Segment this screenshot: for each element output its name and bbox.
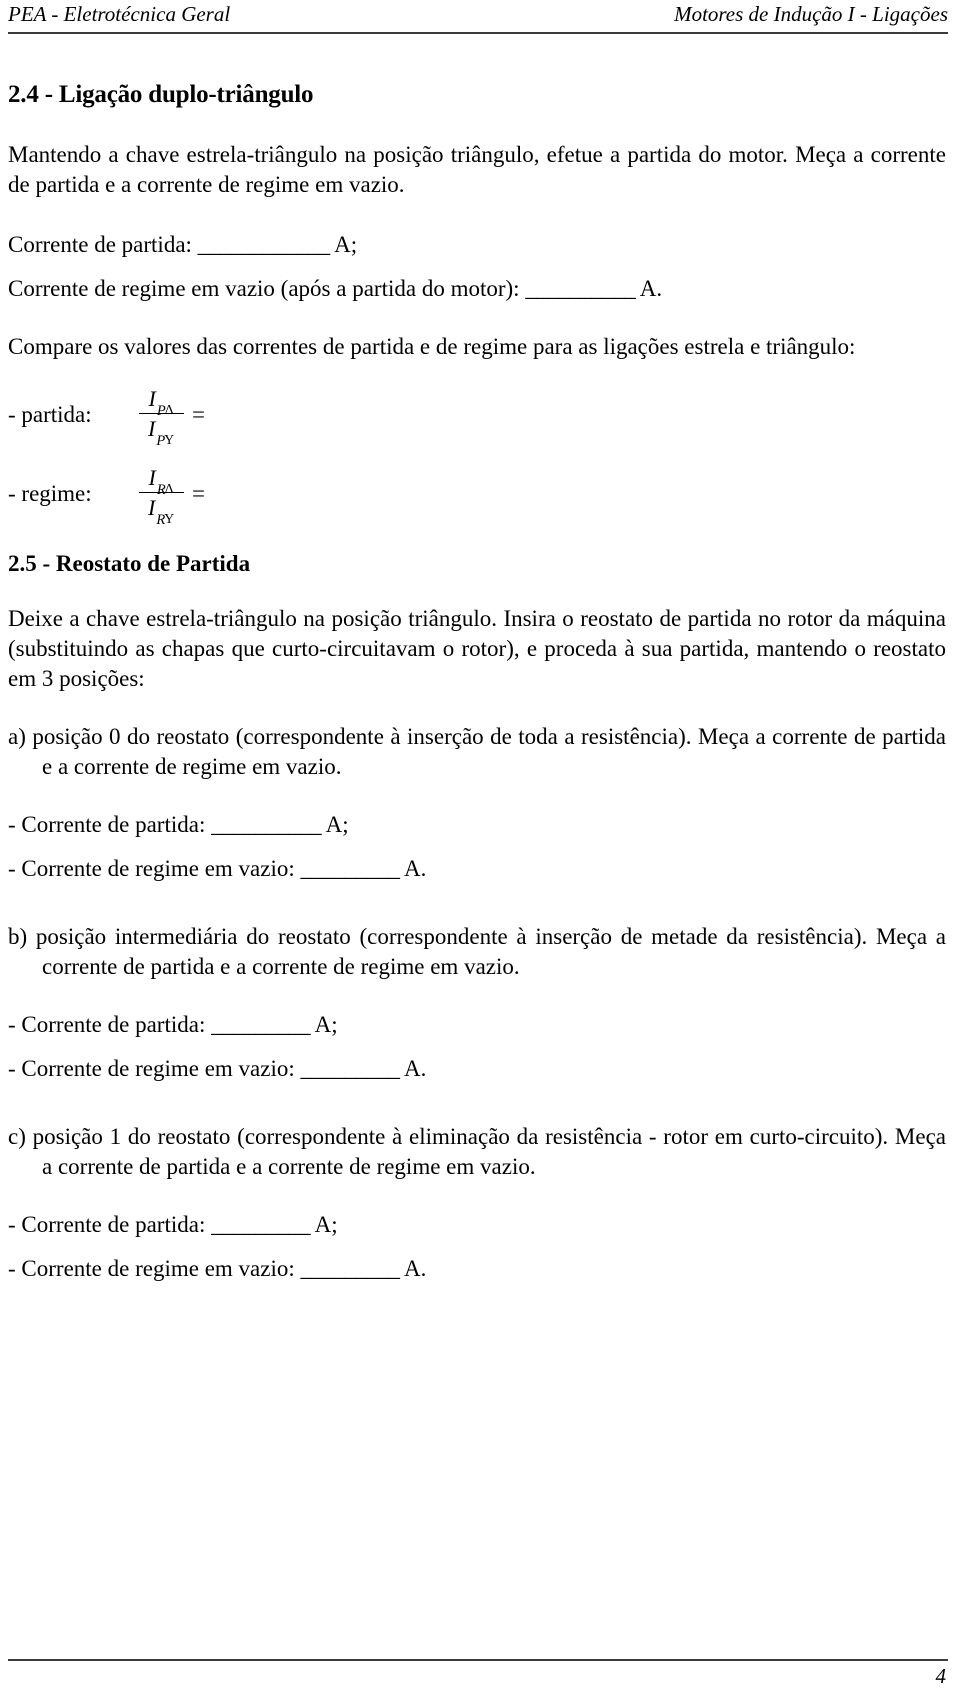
list-item-c-field-regime: - Corrente de regime em vazio: _________… <box>8 1254 946 1284</box>
list-item-c-blank-regime[interactable]: _________ <box>301 1256 401 1281</box>
unit-regime-24: A. <box>639 276 663 301</box>
list-item-a-unit-regime: A. <box>403 856 427 881</box>
list-item-c-label-regime: - Corrente de regime em vazio: <box>8 1256 295 1281</box>
list-item-b-field-partida: - Corrente de partida: _________ A; <box>8 1010 946 1040</box>
fraction-partida-numerator: IPΔ <box>138 386 184 419</box>
section-heading-2-4: 2.4 - Ligação duplo-triângulo <box>8 81 314 108</box>
field-line-partida-24: Corrente de partida: ____________ A; <box>8 230 946 260</box>
ratio-row-regime: - regime: IRΔ IRY = <box>8 465 946 528</box>
page-number: 4 <box>935 1664 947 1688</box>
blank-fill-partida-24[interactable]: ____________ <box>198 232 331 257</box>
field-label-partida-24: Corrente de partida: <box>8 232 192 257</box>
list-item-a-label-partida: - Corrente de partida: <box>8 812 206 837</box>
symbol-current-den-regime: I <box>148 495 156 520</box>
fraction-partida: IPΔ IPY <box>138 386 184 449</box>
list-item-c-blank-partida[interactable]: _________ <box>211 1212 311 1237</box>
document-body: 2.4 - Ligação duplo-triângulo Mantendo a… <box>8 80 946 1298</box>
list-item-b-label-partida: - Corrente de partida: <box>8 1012 206 1037</box>
header-left-text: PEA - Eletrotécnica Geral <box>8 2 231 26</box>
section-2-4-intro-paragraph: Mantendo a chave estrela-triângulo na po… <box>8 142 946 197</box>
equals-sign-partida: = <box>192 401 206 427</box>
running-footer: 4 <box>8 1659 948 1689</box>
list-item-b-text: b) posição intermediária do reostato (co… <box>8 924 946 979</box>
unit-partida-24: A; <box>334 232 358 257</box>
field-label-regime-24: Corrente de regime em vazio (após a part… <box>8 276 520 301</box>
document-page: PEA - Eletrotécnica Geral Motores de Ind… <box>0 0 960 1699</box>
list-item-c-text: c) posição 1 do reostato (correspondente… <box>8 1124 946 1179</box>
running-header: PEA - Eletrotécnica Geral Motores de Ind… <box>8 2 948 34</box>
section-heading-2-5: 2.5 - Reostato de Partida <box>8 551 251 576</box>
ratio-label-regime: - regime: <box>8 480 92 506</box>
ratio-row-partida: - partida: IPΔ IPY = <box>8 386 946 449</box>
list-item-a-label-regime: - Corrente de regime em vazio: <box>8 856 295 881</box>
list-item-b-unit-partida: A; <box>314 1012 338 1037</box>
list-item-b-field-regime: - Corrente de regime em vazio: _________… <box>8 1054 946 1084</box>
list-item-a-blank-regime[interactable]: _________ <box>301 856 401 881</box>
symbol-current-den-partida: I <box>148 416 156 441</box>
section-2-5-intro-paragraph: Deixe a chave estrela-triângulo na posiç… <box>8 606 946 691</box>
list-item-b-label-regime: - Corrente de regime em vazio: <box>8 1056 295 1081</box>
subscript-delta-num-regime: Δ <box>164 481 174 497</box>
list-item-a-field-regime: - Corrente de regime em vazio: _________… <box>8 854 946 884</box>
list-item-b-blank-regime[interactable]: _________ <box>301 1056 401 1081</box>
subscript-delta-num-partida: Δ <box>164 402 174 418</box>
list-item-a-unit-partida: A; <box>325 812 349 837</box>
list-item-c-unit-regime: A. <box>403 1256 427 1281</box>
list-item-c-unit-partida: A; <box>314 1212 338 1237</box>
subscript-y-den-regime: Y <box>164 511 175 527</box>
list-item-b-blank-partida[interactable]: _________ <box>211 1012 311 1037</box>
blank-fill-regime-24[interactable]: __________ <box>525 276 636 301</box>
equals-sign-regime: = <box>192 480 206 506</box>
subscript-y-den-partida: Y <box>164 432 175 448</box>
list-item-a-field-partida: - Corrente de partida: __________ A; <box>8 810 946 840</box>
symbol-current-num-partida: I <box>148 386 156 411</box>
symbol-current-num-regime: I <box>148 465 156 490</box>
list-item-c-field-partida: - Corrente de partida: _________ A; <box>8 1210 946 1240</box>
list-item-b-unit-regime: A. <box>403 1056 427 1081</box>
list-item-c-label-partida: - Corrente de partida: <box>8 1212 206 1237</box>
fraction-regime: IRΔ IRY <box>138 465 184 528</box>
fraction-regime-numerator: IRΔ <box>138 465 184 498</box>
header-right-text: Motores de Indução I - Ligações <box>674 2 948 26</box>
list-item-a-text: a) posição 0 do reostato (correspondente… <box>8 724 946 779</box>
list-item-a-blank-partida[interactable]: __________ <box>211 812 322 837</box>
compare-paragraph: Compare os valores das correntes de part… <box>8 334 856 359</box>
ratio-label-partida: - partida: <box>8 401 92 427</box>
field-line-regime-24: Corrente de regime em vazio (após a part… <box>8 274 946 304</box>
